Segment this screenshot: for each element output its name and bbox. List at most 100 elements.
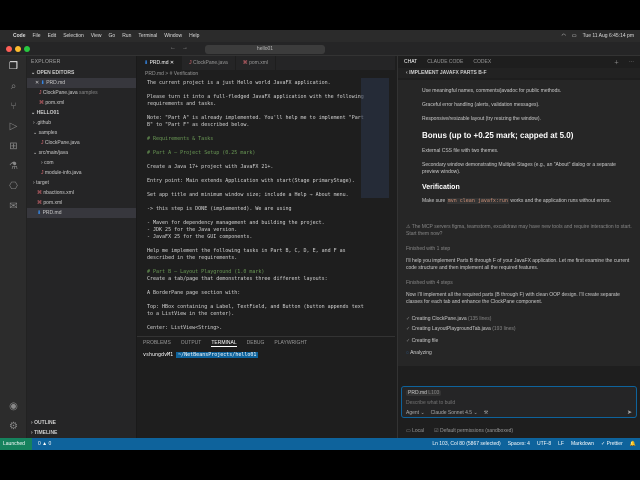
tree-item[interactable]: J module-info.java	[27, 168, 136, 178]
extensions-icon[interactable]: ⊞	[0, 136, 27, 156]
code-line[interactable]: # Part B — Layout Playground (1.0 mark)	[147, 269, 379, 275]
context-chip[interactable]: PRD.md L103	[406, 390, 442, 396]
code-line[interactable]: # Part A — Project Setup (0.25 mark)	[147, 150, 379, 156]
search-icon[interactable]: ⌕	[0, 76, 27, 96]
tree-item[interactable]: ⌘ pom.xml	[27, 198, 136, 208]
code-line[interactable]: Note: "Part A" is already implemented. Y…	[147, 115, 379, 121]
tab-playwright[interactable]: PLAYWRIGHT	[274, 340, 307, 347]
code-line[interactable]: requirements and tasks.	[147, 101, 379, 107]
tab-codex[interactable]: CODEX	[473, 59, 491, 65]
code-line[interactable]: - JDK 25 for the Java version.	[147, 227, 379, 233]
code-line[interactable]: Create a tab/page that demonstrates thre…	[147, 276, 379, 282]
code-line[interactable]: Top: HBox containing a Label, TextField,…	[147, 304, 379, 310]
code-line[interactable]: A BorderPane page section with:	[147, 290, 379, 296]
source-control-icon[interactable]: ⑂	[0, 96, 27, 116]
tab-claude-code[interactable]: CLAUDE CODE	[427, 59, 463, 65]
indentation[interactable]: Spaces: 4	[508, 441, 530, 447]
menu-window[interactable]: Window	[164, 33, 182, 39]
open-editors-section[interactable]: ⌄ OPEN EDITORS	[27, 68, 136, 78]
tab-debug[interactable]: DEBUG	[247, 340, 265, 347]
tab-pom-xml[interactable]: ⌘ pom.xml	[236, 56, 277, 70]
terminal-prompt[interactable]: vshungdvM1 ~/NetBeansProjects/hello01	[137, 350, 395, 360]
chat-icon[interactable]: ✉	[0, 196, 27, 216]
close-window-button[interactable]	[6, 46, 12, 52]
model-dropdown[interactable]: Claude Sonnet 4.5 ⌄	[431, 410, 478, 416]
end-of-line[interactable]: LF	[558, 441, 564, 447]
tab-chat[interactable]: CHAT	[404, 59, 417, 65]
local-dropdown[interactable]: ▭ Local	[406, 428, 424, 434]
chat-transcript[interactable]: Use meaningful names, comments/javadoc f…	[398, 80, 640, 366]
encoding[interactable]: UTF-8	[537, 441, 551, 447]
tab-clockpane-java[interactable]: J ClockPane.java	[182, 56, 236, 70]
code-line[interactable]: B" to "Part F" as described below.	[147, 122, 379, 128]
agent-mode-dropdown[interactable]: Agent ⌄	[406, 410, 425, 416]
maximize-window-button[interactable]	[24, 46, 30, 52]
open-editor-item[interactable]: J ClockPane.java samples	[27, 88, 136, 98]
tab-prd-md[interactable]: ⬇ PRD.md ✕	[137, 56, 183, 70]
code-line[interactable]: Please turn it into a full-fledged JavaF…	[147, 94, 379, 100]
outline-section[interactable]: › OUTLINE	[27, 418, 60, 428]
finished-steps[interactable]: Finished with 1 step	[406, 246, 634, 253]
menu-go[interactable]: Go	[109, 33, 116, 39]
code-line[interactable]: # Requirements & Tasks	[147, 136, 379, 142]
problems-status[interactable]: 0 ▲ 0	[38, 441, 51, 447]
project-section[interactable]: ⌄ HELLO01	[27, 108, 136, 118]
code-line[interactable]: Center: ListView<String>.	[147, 325, 379, 331]
nav-back-icon[interactable]: ←	[170, 45, 176, 51]
tab-output[interactable]: OUTPUT	[181, 340, 202, 347]
minimize-window-button[interactable]	[15, 46, 21, 52]
code-line[interactable]: The current project is a just Hello worl…	[147, 80, 379, 86]
timeline-section[interactable]: › TIMELINE	[27, 428, 61, 438]
tree-item[interactable]: ⬇ PRD.md	[27, 208, 136, 218]
run-debug-icon[interactable]: ▷	[0, 116, 27, 136]
menu-edit[interactable]: Edit	[48, 33, 57, 39]
chat-prompt-input[interactable]	[406, 399, 632, 407]
menu-file[interactable]: File	[33, 33, 41, 39]
tree-item[interactable]: ⌘ nbactions.xml	[27, 188, 136, 198]
menu-terminal[interactable]: Terminal	[138, 33, 157, 39]
code-line[interactable]: Create a Java 17+ project with JavaFX 21…	[147, 164, 379, 170]
language-mode[interactable]: Markdown	[571, 441, 594, 447]
send-icon[interactable]: ➤	[627, 409, 632, 416]
file-change-item[interactable]: ✓ Creating LayoutPlaygroundTab.java (193…	[406, 326, 634, 333]
prettier-status[interactable]: ✓ Prettier	[601, 441, 623, 447]
file-change-item[interactable]: ✓ Creating ClockPane.java (135 lines)	[406, 316, 634, 323]
more-icon[interactable]: ⋯	[629, 59, 634, 65]
code-line[interactable]: described in the requirements.	[147, 255, 379, 261]
testing-icon[interactable]: ⚗	[0, 156, 27, 176]
code-line[interactable]: Help me implement the following tasks in…	[147, 248, 379, 254]
tree-item[interactable]: ⌄ samples	[27, 128, 136, 138]
settings-gear-icon[interactable]: ⚙	[0, 416, 27, 436]
tree-item[interactable]: › .github	[27, 118, 136, 128]
wifi-icon[interactable]: ◠	[561, 33, 565, 39]
remote-icon[interactable]: ⎔	[0, 176, 27, 196]
finished-steps[interactable]: Finished with 4 steps	[406, 280, 634, 287]
menu-view[interactable]: View	[91, 33, 102, 39]
code-line[interactable]: Set app title and minimum window size; i…	[147, 192, 379, 198]
nav-forward-icon[interactable]: →	[182, 45, 188, 51]
account-icon[interactable]: ◉	[0, 396, 27, 416]
new-chat-icon[interactable]: ＋	[614, 59, 619, 66]
menubar-clock[interactable]: Tue 11 Aug 6:45:14 pm	[583, 33, 634, 39]
menu-run[interactable]: Run	[122, 33, 131, 39]
breadcrumb[interactable]: PRD.md > # Verification	[137, 70, 395, 78]
command-center-search[interactable]: hello01	[205, 45, 325, 54]
tools-icon[interactable]: ⚒	[484, 410, 488, 416]
open-editor-item[interactable]: ⌘ pom.xml	[27, 98, 136, 108]
launched-status[interactable]: Launched	[0, 438, 32, 450]
tree-item[interactable]: J ClockPane.java	[27, 138, 136, 148]
notifications-icon[interactable]: 🔔	[630, 441, 636, 447]
tree-item[interactable]: › com	[27, 158, 136, 168]
menu-app-name[interactable]: Code	[13, 33, 26, 39]
code-line[interactable]: to a ListView in the center).	[147, 311, 379, 317]
mcp-notice[interactable]: ⚠ The MCP servers figma, teamstorm, exca…	[406, 224, 634, 238]
cursor-position[interactable]: Ln 103, Col 80 (5867 selected)	[432, 441, 500, 447]
code-line[interactable]: -> this step is DONE (implemented). We a…	[147, 206, 379, 212]
tab-terminal[interactable]: TERMINAL	[211, 340, 237, 347]
code-line[interactable]: - Maven for dependency management and bu…	[147, 220, 379, 226]
code-line[interactable]: - JavaFX 25 for the GUI components.	[147, 234, 379, 240]
code-line[interactable]: Entry point: Main extends Application wi…	[147, 178, 379, 184]
tree-item[interactable]: › target	[27, 178, 136, 188]
tree-item[interactable]: ⌄ src/main/java	[27, 148, 136, 158]
explorer-icon[interactable]: ❐	[0, 56, 27, 76]
